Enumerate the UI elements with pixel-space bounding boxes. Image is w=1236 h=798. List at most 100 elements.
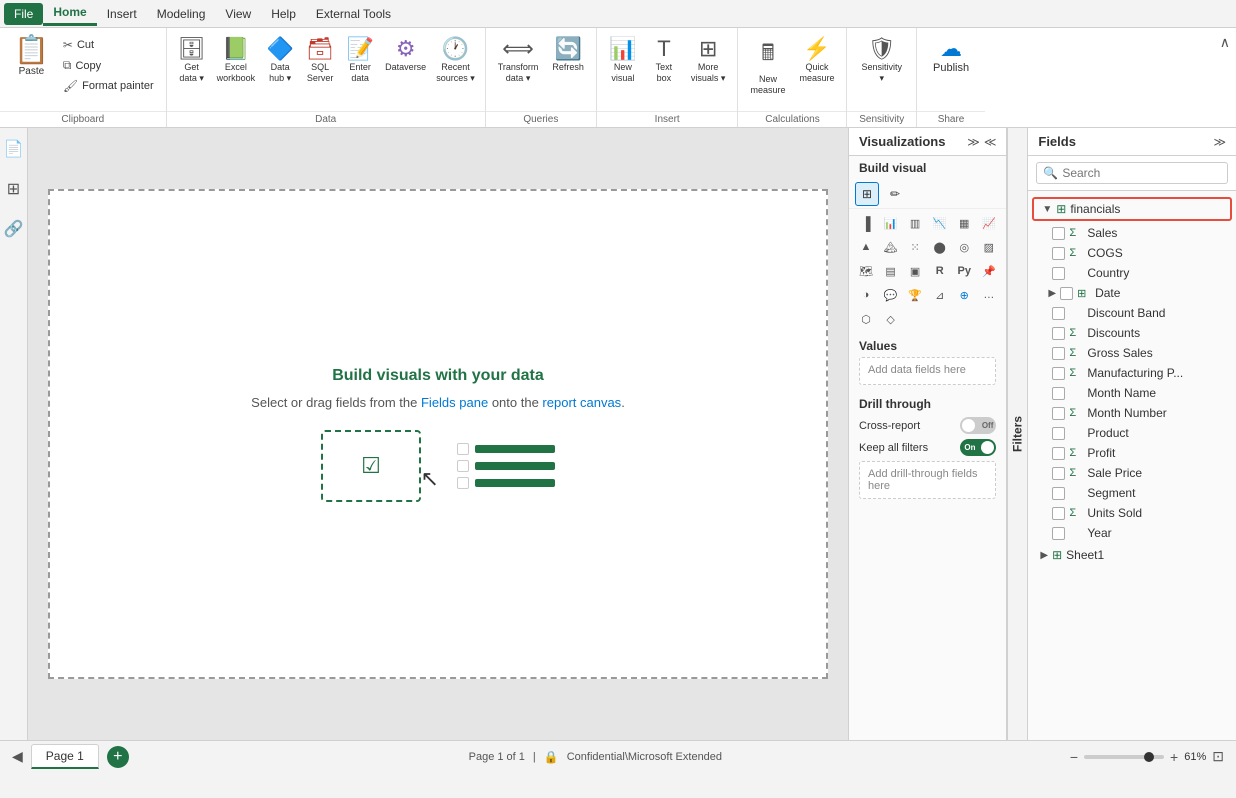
sidebar-report-icon[interactable]: 📄 xyxy=(1,136,27,162)
field-sales-checkbox[interactable] xyxy=(1052,227,1065,240)
viz-edit-icon[interactable]: ✏ xyxy=(883,182,907,206)
viz-treemap-icon[interactable]: ▨ xyxy=(978,236,1000,258)
field-country-checkbox[interactable] xyxy=(1052,267,1065,280)
field-gs-checkbox[interactable] xyxy=(1052,347,1065,360)
viz-column-stacked-icon[interactable]: ▦ xyxy=(953,212,975,234)
viz-decomp-icon[interactable]: … xyxy=(978,284,1000,306)
field-cogs-checkbox[interactable] xyxy=(1052,247,1065,260)
field-sp-checkbox[interactable] xyxy=(1052,467,1065,480)
viz-multirow-icon[interactable]: 🏆 xyxy=(904,284,926,306)
viz-line-chart-icon[interactable]: 📈 xyxy=(978,212,1000,234)
viz-funnel-icon[interactable]: ⊿ xyxy=(929,284,951,306)
viz-card-icon[interactable]: 💬 xyxy=(880,284,902,306)
zoom-minus-icon[interactable]: − xyxy=(1070,749,1078,765)
field-cogs[interactable]: Σ COGS xyxy=(1028,243,1236,263)
field-gross-sales[interactable]: Σ Gross Sales xyxy=(1028,343,1236,363)
viz-gauge-icon[interactable]: ◑ xyxy=(855,284,877,306)
sidebar-model-icon[interactable]: 🔗 xyxy=(1,216,27,242)
copy-button[interactable]: ⧉ Copy xyxy=(59,56,158,75)
fields-search-box[interactable]: 🔍 xyxy=(1036,162,1228,184)
field-sale-price[interactable]: Σ Sale Price xyxy=(1028,463,1236,483)
transform-data-button[interactable]: ⟺ Transformdata ▾ xyxy=(492,32,545,88)
menu-insert[interactable]: Insert xyxy=(97,3,147,25)
fields-expand-icon[interactable]: ≫ xyxy=(1213,135,1226,149)
add-page-button[interactable]: + xyxy=(107,746,129,768)
excel-workbook-button[interactable]: 📗 Excelworkbook xyxy=(213,32,260,88)
viz-pie-chart-icon[interactable]: ⬤ xyxy=(929,236,951,258)
page-prev-icon[interactable]: ◀ xyxy=(12,748,23,765)
field-month-number[interactable]: Σ Month Number xyxy=(1028,403,1236,423)
sheet1-group-header[interactable]: ▶ ⊞ Sheet1 xyxy=(1032,545,1232,565)
field-profit-checkbox[interactable] xyxy=(1052,447,1065,460)
field-month-name[interactable]: Month Name xyxy=(1028,383,1236,403)
viz-slicer-icon[interactable]: ◇ xyxy=(880,308,902,330)
viz-bar-100-icon[interactable]: ▥ xyxy=(904,212,926,234)
field-mn-checkbox[interactable] xyxy=(1052,387,1065,400)
recent-sources-button[interactable]: 🕐 Recentsources ▾ xyxy=(432,32,479,88)
search-input[interactable] xyxy=(1062,166,1221,180)
viz-expand-icon[interactable]: ≫ xyxy=(967,135,980,149)
viz-scatter-icon[interactable]: ⁙ xyxy=(904,236,926,258)
drill-dropzone[interactable]: Add drill-through fields here xyxy=(859,461,996,499)
new-measure-button[interactable]: 🖩 Newmeasure xyxy=(744,32,791,100)
menu-file[interactable]: File xyxy=(4,3,43,25)
viz-shape-map-icon[interactable]: ⬡ xyxy=(855,308,877,330)
cut-button[interactable]: ✂ Cut xyxy=(59,36,158,54)
field-product[interactable]: Product xyxy=(1028,423,1236,443)
field-seg-checkbox[interactable] xyxy=(1052,487,1065,500)
menu-view[interactable]: View xyxy=(215,3,261,25)
viz-table2-icon[interactable]: ▣ xyxy=(904,260,926,282)
paste-button[interactable]: 📋 Paste xyxy=(8,32,55,81)
more-visuals-button[interactable]: ⊞ Morevisuals ▾ xyxy=(685,32,732,88)
field-us-checkbox[interactable] xyxy=(1052,507,1065,520)
field-date-subgroup[interactable]: ▶ ⊞ Date xyxy=(1028,283,1236,303)
field-year-checkbox[interactable] xyxy=(1052,527,1065,540)
field-discount-band[interactable]: Discount Band xyxy=(1028,303,1236,323)
new-visual-button[interactable]: 📊 Newvisual xyxy=(603,32,643,88)
quick-measure-button[interactable]: ⚡ Quickmeasure xyxy=(793,32,840,88)
field-segment[interactable]: Segment xyxy=(1028,483,1236,503)
field-prod-checkbox[interactable] xyxy=(1052,427,1065,440)
dataverse-button[interactable]: ⚙ Dataverse xyxy=(381,32,430,77)
viz-map-icon[interactable]: 🗺 xyxy=(855,260,877,282)
publish-button[interactable]: ☁ Publish xyxy=(923,32,979,79)
filters-panel-label[interactable]: Filters xyxy=(1007,128,1027,740)
get-data-button[interactable]: 🗄 Getdata ▾ xyxy=(173,32,211,88)
text-box-button[interactable]: T Textbox xyxy=(645,32,683,88)
field-mp-checkbox[interactable] xyxy=(1052,367,1065,380)
field-discounts[interactable]: Σ Discounts xyxy=(1028,323,1236,343)
zoom-plus-icon[interactable]: + xyxy=(1170,749,1178,765)
financials-group-header[interactable]: ▼ ⊞ financials xyxy=(1032,197,1232,221)
values-dropzone[interactable]: Add data fields here xyxy=(859,357,996,385)
viz-python-icon[interactable]: Py xyxy=(953,260,975,282)
viz-kpi-icon[interactable]: 📌 xyxy=(978,260,1000,282)
viz-ribbon-chart-icon[interactable]: 🏔 xyxy=(880,236,902,258)
viz-collapse-icon[interactable]: ≪ xyxy=(984,135,997,149)
enter-data-button[interactable]: 📝 Enterdata xyxy=(341,32,379,88)
viz-qanda-icon[interactable]: ⊕ xyxy=(953,284,975,306)
field-country[interactable]: Country xyxy=(1028,263,1236,283)
viz-column-chart-icon[interactable]: 📉 xyxy=(929,212,951,234)
data-hub-button[interactable]: 🔷 Datahub ▾ xyxy=(261,32,299,88)
zoom-slider[interactable] xyxy=(1084,755,1164,759)
viz-matrix-icon[interactable]: ▤ xyxy=(880,260,902,282)
menu-external-tools[interactable]: External Tools xyxy=(306,3,401,25)
menu-home[interactable]: Home xyxy=(43,1,96,26)
viz-table-icon[interactable]: ⊞ xyxy=(855,182,879,206)
field-mnr-checkbox[interactable] xyxy=(1052,407,1065,420)
viz-area-chart-icon[interactable]: ▲ xyxy=(855,236,877,258)
field-units-sold[interactable]: Σ Units Sold xyxy=(1028,503,1236,523)
viz-r-script-icon[interactable]: R xyxy=(929,260,951,282)
field-mfg-price[interactable]: Σ Manufacturing P... xyxy=(1028,363,1236,383)
field-date-checkbox[interactable] xyxy=(1060,287,1073,300)
format-painter-button[interactable]: 🖌 Format painter xyxy=(59,77,158,95)
viz-bar-stacked-icon[interactable]: 📊 xyxy=(880,212,902,234)
field-sales[interactable]: Σ Sales xyxy=(1028,223,1236,243)
sql-server-button[interactable]: 🗃 SQLServer xyxy=(301,32,339,88)
viz-bar-chart-icon[interactable]: ▐ xyxy=(855,212,877,234)
field-disc-checkbox[interactable] xyxy=(1052,327,1065,340)
sidebar-table-icon[interactable]: ⊞ xyxy=(4,176,23,202)
fit-page-icon[interactable]: ⊡ xyxy=(1212,748,1224,765)
refresh-button[interactable]: 🔄 Refresh xyxy=(546,32,590,77)
field-profit[interactable]: Σ Profit xyxy=(1028,443,1236,463)
